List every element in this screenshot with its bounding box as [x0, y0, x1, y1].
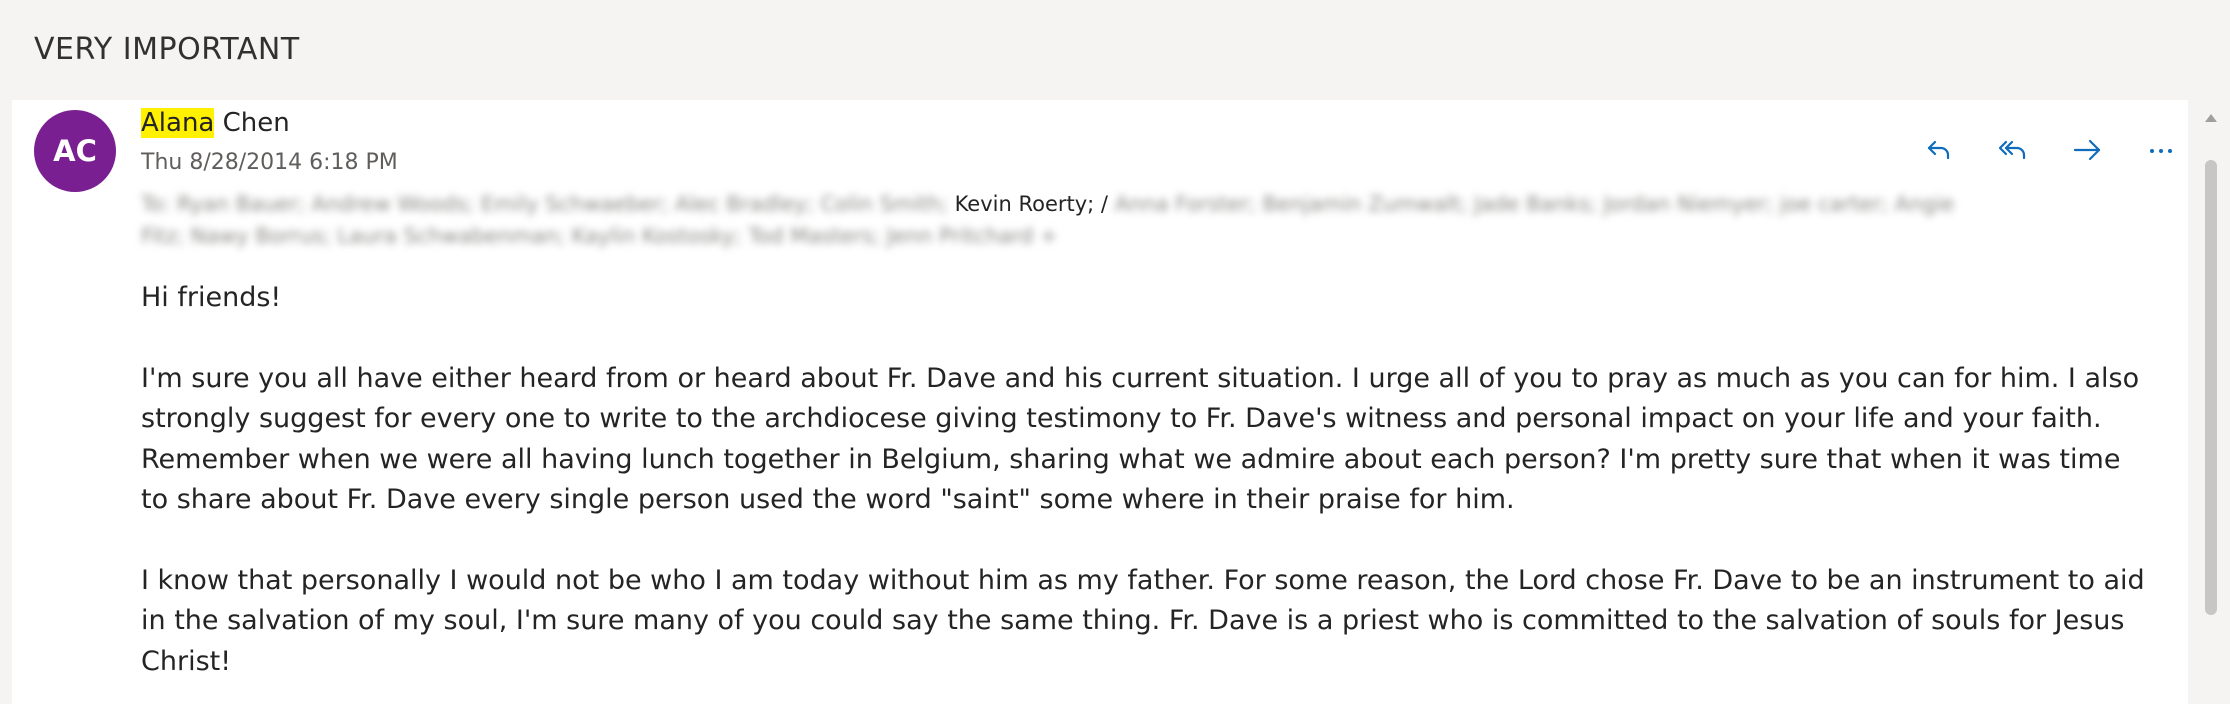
body-paragraph-2: I know that personally I would not be wh… — [141, 564, 2145, 677]
sender-name[interactable]: Alana Chen — [141, 108, 290, 138]
scroll-up-arrow-icon[interactable] — [2205, 114, 2217, 122]
body-greeting: Hi friends! — [141, 282, 282, 313]
reply-button[interactable] — [1902, 122, 1976, 178]
sender-name-rest: Chen — [214, 108, 290, 138]
message-actions — [1902, 122, 2188, 178]
message-body: Hi friends! I'm sure you all have either… — [141, 278, 2151, 704]
forward-button[interactable] — [2050, 122, 2124, 178]
recipients-blurred-before: Ryan Bauer; Andrew Woods; Emily Schwaebe… — [176, 192, 948, 216]
vertical-scrollbar[interactable] — [2195, 100, 2230, 704]
email-subject: VERY IMPORTANT — [34, 32, 300, 67]
recipient-visible[interactable]: Kevin Roerty; / — [955, 192, 1108, 216]
forward-icon — [2073, 139, 2101, 161]
subject-bar: VERY IMPORTANT — [0, 0, 2230, 100]
recipients-to-label: To: — [141, 192, 171, 216]
message-card: AC Alana Chen Thu 8/28/2014 6:18 PM To: … — [12, 100, 2188, 704]
reply-all-button[interactable] — [1976, 122, 2050, 178]
more-icon — [2150, 149, 2172, 153]
more-actions-button[interactable] — [2124, 122, 2188, 178]
body-paragraph-1: I'm sure you all have either heard from … — [141, 362, 2140, 516]
sender-avatar[interactable]: AC — [34, 110, 116, 192]
message-date: Thu 8/28/2014 6:18 PM — [141, 150, 398, 175]
reply-icon — [1927, 140, 1950, 160]
scroll-thumb[interactable] — [2205, 160, 2217, 615]
sender-name-highlight: Alana — [141, 108, 215, 138]
recipients-line[interactable]: To: Ryan Bauer; Andrew Woods; Emily Schw… — [141, 188, 1961, 252]
reply-all-icon — [1998, 140, 2026, 160]
